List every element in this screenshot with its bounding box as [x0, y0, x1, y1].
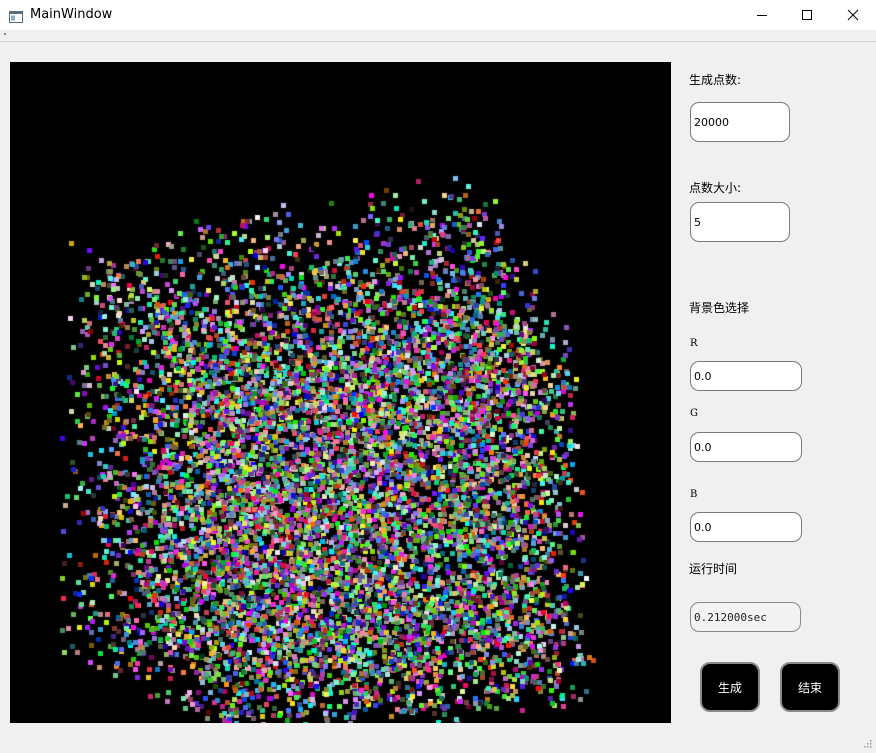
point-count-label: 生成点数: [689, 73, 742, 87]
minimize-icon [756, 9, 768, 21]
menu-bar [0, 30, 876, 42]
window-title: MainWindow [30, 7, 113, 22]
point-count-input[interactable] [690, 102, 790, 142]
b-input[interactable] [690, 512, 802, 542]
generate-button[interactable]: 生成 [700, 662, 760, 712]
point-cloud-viewport[interactable] [10, 62, 671, 723]
background-color-label: 背景色选择 [689, 301, 750, 315]
maximize-icon [801, 9, 813, 21]
maximize-button[interactable] [784, 0, 830, 30]
r-label: R [690, 338, 698, 349]
close-button[interactable] [830, 0, 876, 30]
r-input[interactable] [690, 361, 802, 391]
g-input[interactable] [690, 432, 802, 462]
title-bar: MainWindow [0, 0, 876, 30]
end-button[interactable]: 结束 [780, 662, 840, 712]
window-icon [9, 8, 23, 23]
b-label: B [690, 489, 698, 500]
runtime-display [690, 602, 801, 632]
resize-grip-icon[interactable] [863, 734, 873, 748]
point-size-label: 点数大小: [689, 181, 742, 195]
g-label: G [690, 408, 698, 419]
point-size-input[interactable] [690, 202, 790, 242]
minimize-button[interactable] [739, 0, 785, 30]
menu-bar-handle [4, 33, 6, 35]
close-icon [847, 9, 859, 21]
point-cloud-canvas[interactable] [10, 62, 671, 723]
runtime-label: 运行时间 [689, 562, 738, 576]
